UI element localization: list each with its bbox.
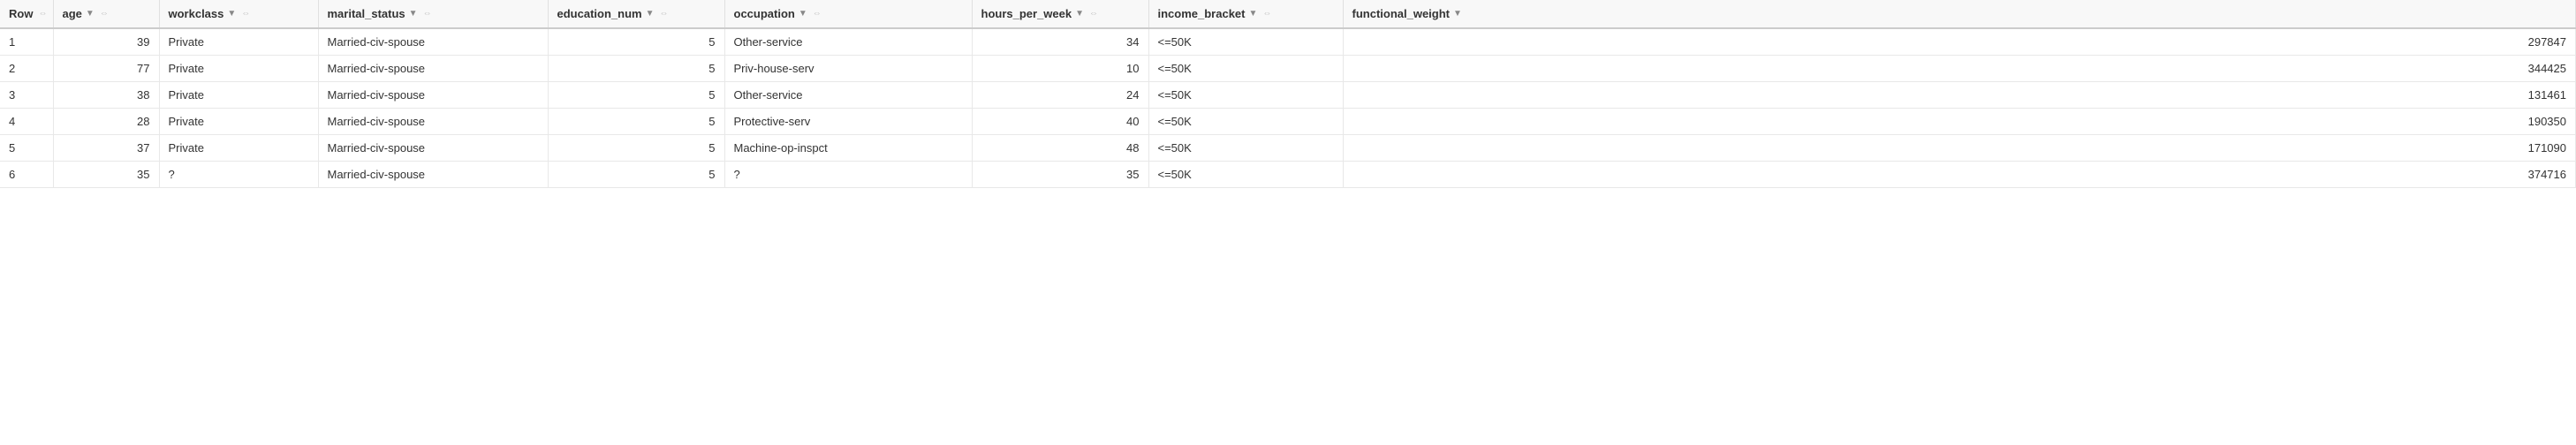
cell-occupation: Other-service xyxy=(724,82,972,109)
table-row: 338PrivateMarried-civ-spouse5Other-servi… xyxy=(0,82,2576,109)
cell-row: 4 xyxy=(0,109,53,135)
cell-marital_status: Married-civ-spouse xyxy=(318,109,548,135)
cell-education_num: 5 xyxy=(548,162,724,188)
cell-workclass: Private xyxy=(159,82,318,109)
cell-row: 2 xyxy=(0,56,53,82)
resize-handle-marital[interactable]: ⇔ xyxy=(423,9,432,19)
cell-marital_status: Married-civ-spouse xyxy=(318,28,548,56)
table-row: 428PrivateMarried-civ-spouse5Protective-… xyxy=(0,109,2576,135)
col-label-marital: marital_status xyxy=(328,7,405,20)
resize-handle-row[interactable]: ⇔ xyxy=(38,9,47,19)
cell-workclass: Private xyxy=(159,28,318,56)
cell-functional_weight: 297847 xyxy=(1343,28,2576,56)
cell-functional_weight: 131461 xyxy=(1343,82,2576,109)
col-label-row: Row xyxy=(9,7,33,20)
cell-income_bracket: <=50K xyxy=(1148,28,1343,56)
cell-workclass: ? xyxy=(159,162,318,188)
cell-row: 1 xyxy=(0,28,53,56)
cell-functional_weight: 374716 xyxy=(1343,162,2576,188)
cell-occupation: Priv-house-serv xyxy=(724,56,972,82)
cell-occupation: Machine-op-inspct xyxy=(724,135,972,162)
cell-marital_status: Married-civ-spouse xyxy=(318,82,548,109)
col-header-income-bracket[interactable]: income_bracket ▼ ⇔ xyxy=(1148,0,1343,28)
cell-age: 35 xyxy=(53,162,159,188)
cell-age: 39 xyxy=(53,28,159,56)
col-label-education-num: education_num xyxy=(557,7,642,20)
cell-education_num: 5 xyxy=(548,135,724,162)
cell-occupation: Other-service xyxy=(724,28,972,56)
cell-education_num: 5 xyxy=(548,82,724,109)
col-label-hours-per-week: hours_per_week xyxy=(981,7,1072,20)
sort-icon-occupation[interactable]: ▼ xyxy=(799,10,807,19)
col-header-workclass[interactable]: workclass ▼ ⇔ xyxy=(159,0,318,28)
cell-income_bracket: <=50K xyxy=(1148,162,1343,188)
sort-icon-age[interactable]: ▼ xyxy=(86,10,95,19)
cell-functional_weight: 344425 xyxy=(1343,56,2576,82)
cell-education_num: 5 xyxy=(548,28,724,56)
col-label-occupation: occupation xyxy=(734,7,795,20)
cell-age: 77 xyxy=(53,56,159,82)
data-table: Row ⇔ age ▼ ⇔ workclass ▼ ⇔ xyxy=(0,0,2576,188)
cell-marital_status: Married-civ-spouse xyxy=(318,56,548,82)
cell-income_bracket: <=50K xyxy=(1148,109,1343,135)
cell-occupation: Protective-serv xyxy=(724,109,972,135)
sort-icon-education-num[interactable]: ▼ xyxy=(646,10,655,19)
sort-icon-functional-weight[interactable]: ▼ xyxy=(1453,10,1462,19)
header-row: Row ⇔ age ▼ ⇔ workclass ▼ ⇔ xyxy=(0,0,2576,28)
resize-handle-age[interactable]: ⇔ xyxy=(100,9,109,19)
cell-education_num: 5 xyxy=(548,56,724,82)
cell-hours_per_week: 34 xyxy=(972,28,1148,56)
table-row: 635?Married-civ-spouse5?35<=50K374716 xyxy=(0,162,2576,188)
table-row: 139PrivateMarried-civ-spouse5Other-servi… xyxy=(0,28,2576,56)
table-row: 537PrivateMarried-civ-spouse5Machine-op-… xyxy=(0,135,2576,162)
cell-hours_per_week: 35 xyxy=(972,162,1148,188)
cell-education_num: 5 xyxy=(548,109,724,135)
col-header-hours-per-week[interactable]: hours_per_week ▼ ⇔ xyxy=(972,0,1148,28)
cell-workclass: Private xyxy=(159,109,318,135)
col-label-functional-weight: functional_weight xyxy=(1352,7,1451,20)
col-label-income-bracket: income_bracket xyxy=(1158,7,1246,20)
cell-row: 5 xyxy=(0,135,53,162)
sort-icon-income-bracket[interactable]: ▼ xyxy=(1249,10,1258,19)
cell-hours_per_week: 10 xyxy=(972,56,1148,82)
cell-row: 6 xyxy=(0,162,53,188)
table-row: 277PrivateMarried-civ-spouse5Priv-house-… xyxy=(0,56,2576,82)
col-header-occupation[interactable]: occupation ▼ ⇔ xyxy=(724,0,972,28)
cell-income_bracket: <=50K xyxy=(1148,135,1343,162)
sort-icon-workclass[interactable]: ▼ xyxy=(227,10,236,19)
cell-workclass: Private xyxy=(159,135,318,162)
col-header-row[interactable]: Row ⇔ xyxy=(0,0,53,28)
cell-income_bracket: <=50K xyxy=(1148,82,1343,109)
cell-marital_status: Married-civ-spouse xyxy=(318,135,548,162)
col-header-age[interactable]: age ▼ ⇔ xyxy=(53,0,159,28)
sort-icon-hours-per-week[interactable]: ▼ xyxy=(1075,10,1084,19)
resize-handle-income[interactable]: ⇔ xyxy=(1262,9,1271,19)
cell-age: 28 xyxy=(53,109,159,135)
resize-handle-edu[interactable]: ⇔ xyxy=(659,9,668,19)
cell-marital_status: Married-civ-spouse xyxy=(318,162,548,188)
cell-hours_per_week: 40 xyxy=(972,109,1148,135)
col-header-functional-weight[interactable]: functional_weight ▼ xyxy=(1343,0,2576,28)
cell-hours_per_week: 24 xyxy=(972,82,1148,109)
cell-row: 3 xyxy=(0,82,53,109)
cell-income_bracket: <=50K xyxy=(1148,56,1343,82)
cell-functional_weight: 190350 xyxy=(1343,109,2576,135)
cell-workclass: Private xyxy=(159,56,318,82)
cell-age: 37 xyxy=(53,135,159,162)
cell-hours_per_week: 48 xyxy=(972,135,1148,162)
resize-handle-workclass[interactable]: ⇔ xyxy=(241,9,250,19)
resize-handle-occ[interactable]: ⇔ xyxy=(813,9,822,19)
cell-functional_weight: 171090 xyxy=(1343,135,2576,162)
cell-age: 38 xyxy=(53,82,159,109)
sort-icon-marital[interactable]: ▼ xyxy=(409,10,418,19)
col-header-marital[interactable]: marital_status ▼ ⇔ xyxy=(318,0,548,28)
col-label-age: age xyxy=(63,7,82,20)
cell-occupation: ? xyxy=(724,162,972,188)
col-header-education-num[interactable]: education_num ▼ ⇔ xyxy=(548,0,724,28)
resize-handle-hours[interactable]: ⇔ xyxy=(1089,9,1098,19)
col-label-workclass: workclass xyxy=(169,7,224,20)
